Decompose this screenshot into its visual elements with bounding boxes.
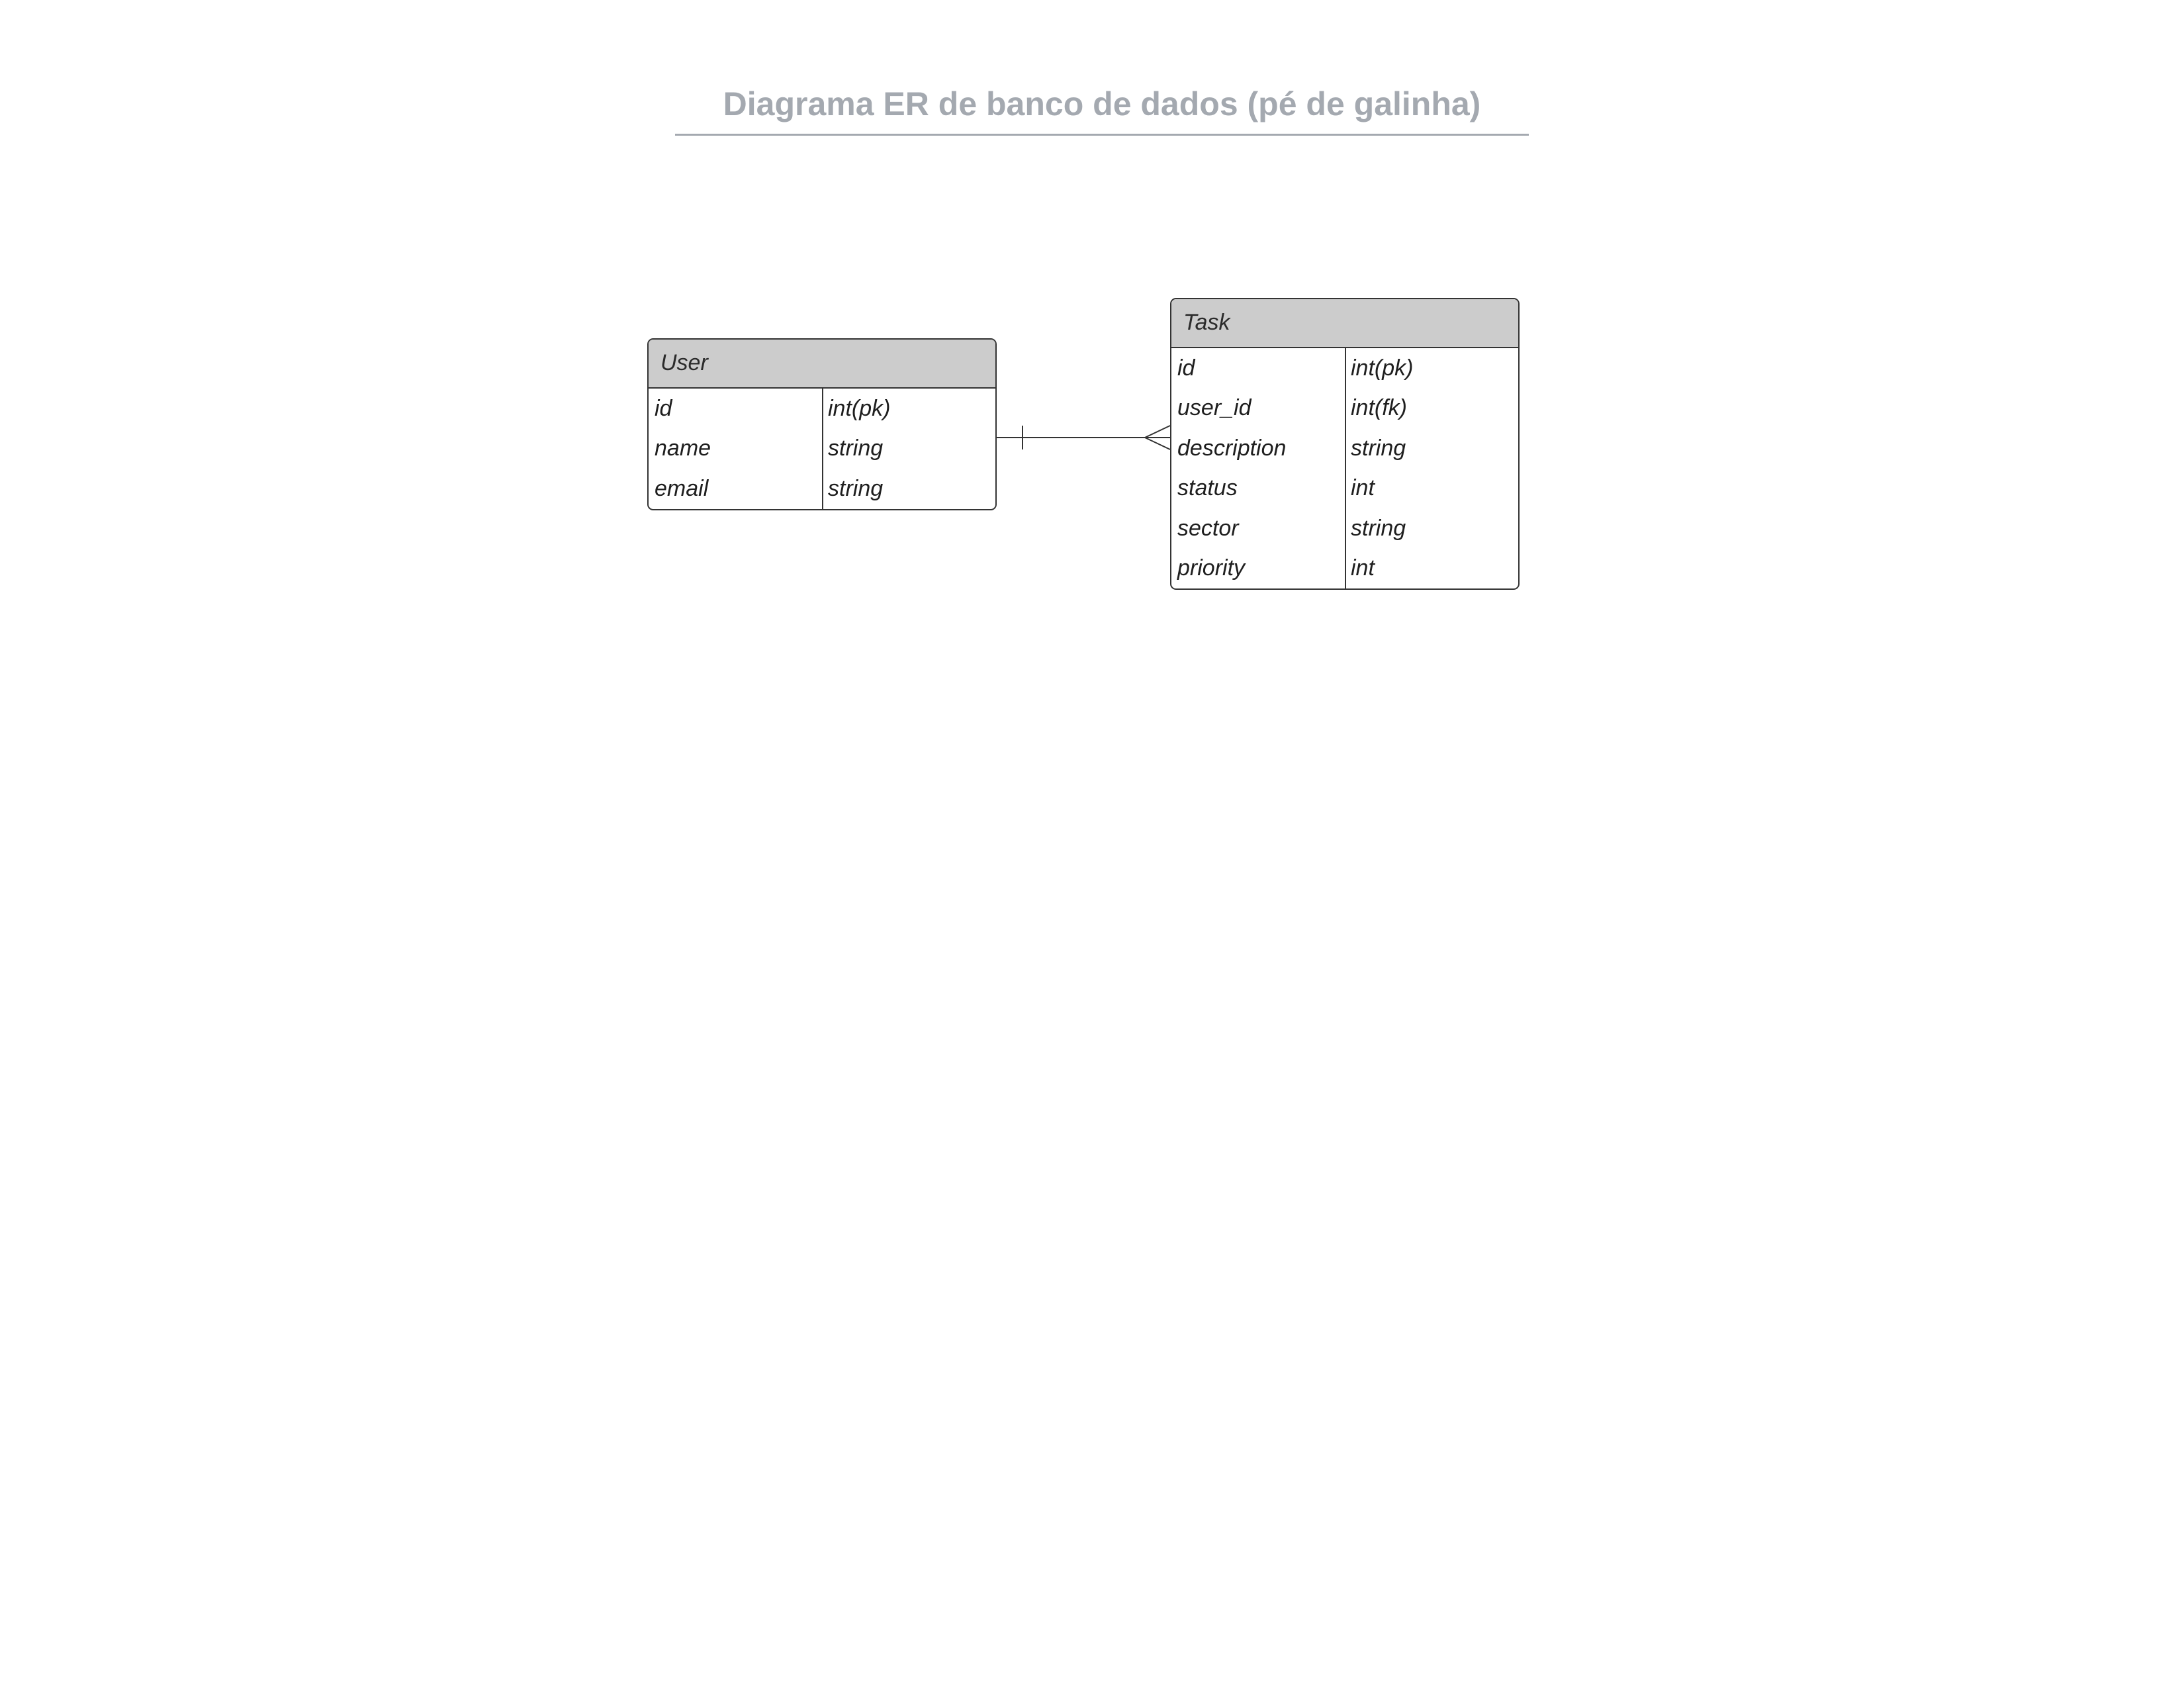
attribute-name: sector: [1177, 515, 1239, 541]
attribute-type: string: [1351, 435, 1406, 461]
attribute-row[interactable]: id int(pk): [649, 389, 995, 429]
entity-user-attributes: id int(pk) name string email string: [649, 389, 995, 509]
attribute-row[interactable]: name string: [649, 429, 995, 469]
relationship-user-task[interactable]: [997, 425, 1171, 450]
attribute-name: user_id: [1177, 395, 1251, 421]
attribute-row[interactable]: description string: [1171, 428, 1518, 469]
attribute-name: id: [1177, 355, 1195, 381]
attribute-name: priority: [1177, 555, 1246, 581]
attribute-row[interactable]: email string: [649, 469, 995, 509]
attribute-row[interactable]: user_id int(fk): [1171, 389, 1518, 429]
relationships-layer: [997, 425, 1171, 450]
attribute-row[interactable]: status int: [1171, 469, 1518, 509]
attribute-row[interactable]: priority int: [1171, 549, 1518, 589]
attribute-name: description: [1177, 435, 1287, 461]
attribute-name: id: [655, 395, 672, 421]
attribute-type: int(pk): [828, 395, 891, 421]
crows-foot-upper: [1144, 425, 1171, 438]
attribute-name: status: [1177, 475, 1238, 501]
attribute-name: email: [655, 475, 709, 501]
attribute-type: int(pk): [1351, 355, 1414, 381]
diagram-title: Diagrama ER de banco de dados (pé de gal…: [723, 85, 1481, 122]
diagram-canvas: Diagrama ER de banco de dados (pé de gal…: [0, 0, 2184, 1688]
entity-user-header: User: [649, 340, 995, 389]
entity-task-header: Task: [1171, 299, 1518, 348]
title-underline: [675, 134, 1529, 136]
attribute-type: int: [1351, 555, 1375, 581]
entity-task[interactable]: Task id int(pk) user_id int(fk) descript…: [1170, 298, 1520, 590]
attribute-type: string: [1351, 515, 1406, 541]
attribute-name: name: [655, 436, 711, 461]
attribute-type: string: [828, 436, 884, 461]
crows-foot-lower: [1144, 437, 1171, 450]
attribute-type: int: [1351, 475, 1375, 501]
attribute-type: string: [828, 475, 884, 501]
entity-task-attributes: id int(pk) user_id int(fk) description s…: [1171, 348, 1518, 588]
attribute-row[interactable]: id int(pk): [1171, 348, 1518, 389]
attribute-type: int(fk): [1351, 395, 1407, 421]
attribute-row[interactable]: sector string: [1171, 508, 1518, 549]
entity-user[interactable]: User id int(pk) name string email string: [647, 338, 997, 510]
